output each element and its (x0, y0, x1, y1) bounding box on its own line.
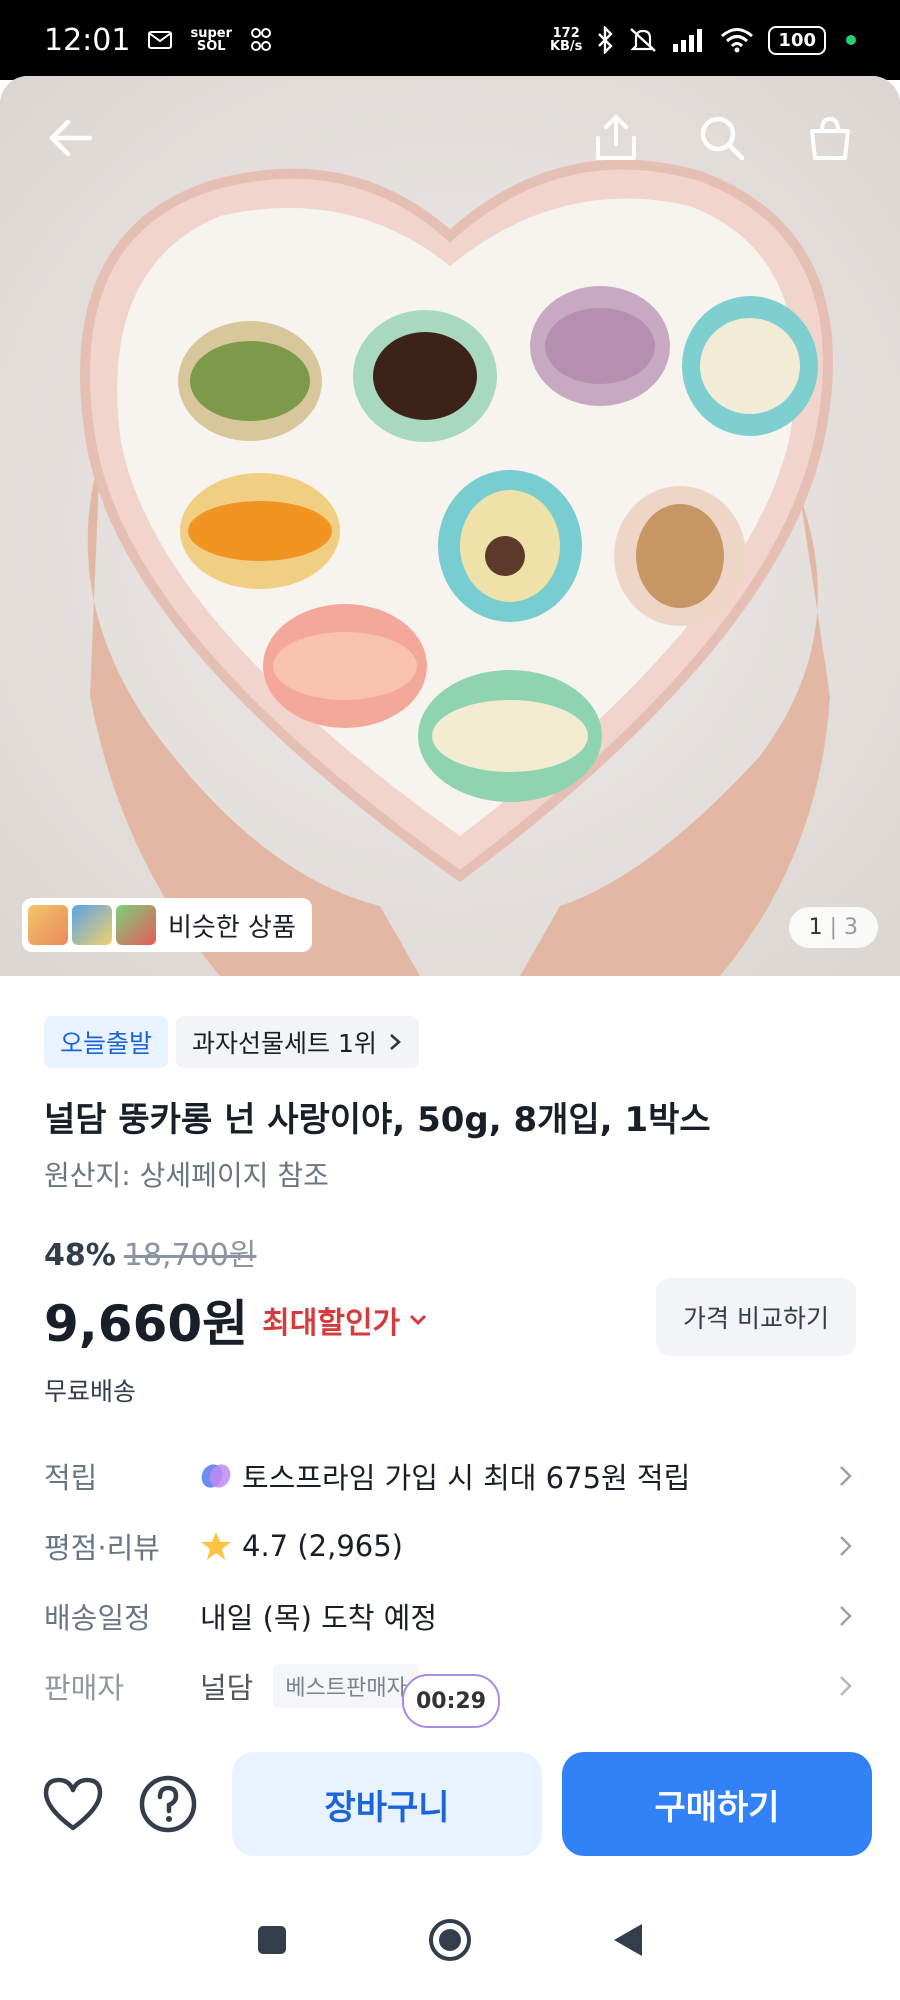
back-arrow-icon (49, 119, 93, 157)
sale-price: 9,660원 (44, 1295, 249, 1353)
chevron-right-icon (390, 1034, 401, 1050)
share-icon (596, 115, 636, 160)
product-origin: 원산지: 상세페이지 참조 (44, 1159, 329, 1192)
help-icon[interactable] (138, 1774, 198, 1834)
similar-thumb-3 (116, 905, 156, 945)
status-bar: 12:01 super SOL 172 KB/s 100 (0, 0, 900, 80)
best-seller-badge: 베스트판매자 (273, 1664, 419, 1708)
badge-row: 오늘출발 과자선물세트 1위 (44, 1016, 419, 1068)
rating-label: 평점·리뷰 (44, 1531, 160, 1565)
rating-row[interactable]: 평점·리뷰 4.7 (2,965) (44, 1516, 856, 1576)
mail-icon (148, 31, 173, 49)
similar-thumb-2 (72, 905, 112, 945)
star-icon (201, 1532, 231, 1560)
app-grid-icon (251, 28, 271, 51)
discount-info: 48% 18,700원 (44, 1230, 256, 1274)
similar-products-label: 비슷한 상품 (168, 912, 296, 943)
delivery-label: 배송일정 (44, 1601, 151, 1635)
chevron-right-icon (840, 1676, 852, 1696)
image-pager: 1 | 3 (788, 907, 878, 948)
back-button[interactable] (38, 106, 102, 170)
product-image[interactable]: 비슷한 상품 1 | 3 (0, 76, 900, 976)
max-discount-toggle[interactable]: 최대할인가 (262, 1298, 428, 1342)
bag-icon (810, 116, 850, 160)
buy-now-button[interactable]: 구매하기 (562, 1752, 872, 1856)
seller-value: 널담 (200, 1671, 254, 1705)
system-nav-bar (0, 1880, 900, 2000)
price-compare-button[interactable]: 가격 비교하기 (656, 1278, 856, 1356)
status-time: 12:01 (44, 22, 131, 58)
price-row: 9,660원 최대할인가 (44, 1284, 428, 1356)
recents-icon[interactable] (256, 1924, 288, 1956)
home-icon[interactable] (428, 1918, 472, 1962)
rating-value: 4.7 (2,965) (242, 1529, 403, 1563)
chevron-down-icon (410, 1314, 427, 1326)
super-sol-icon: super SOL (190, 26, 232, 54)
seller-label: 판매자 (44, 1671, 125, 1705)
points-value: 토스프라임 가입 시 최대 675원 적립 (242, 1461, 691, 1495)
bottom-action-bar: 장바구니 구매하기 (0, 1720, 900, 1870)
mute-icon (630, 28, 657, 52)
chevron-right-icon (840, 1606, 852, 1626)
delivery-value: 내일 (목) 도착 예정 (200, 1601, 438, 1635)
back-nav-icon[interactable] (612, 1922, 644, 1958)
points-row[interactable]: 적립 토스프라임 가입 시 최대 675원 적립 (44, 1446, 856, 1506)
cart-bag-button[interactable] (798, 106, 862, 170)
delivery-row[interactable]: 배송일정 내일 (목) 도착 예정 (44, 1586, 856, 1646)
add-to-cart-button[interactable]: 장바구니 (232, 1752, 542, 1856)
discount-rate: 48% (44, 1238, 116, 1273)
timer-badge[interactable]: 00:29 (402, 1674, 500, 1728)
net-speed: 172 KB/s (549, 26, 583, 54)
today-shipping-badge: 오늘출발 (44, 1016, 169, 1068)
chevron-right-icon (840, 1466, 852, 1486)
original-price: 18,700원 (123, 1238, 257, 1273)
search-button[interactable] (690, 106, 754, 170)
wifi-icon (721, 28, 754, 53)
product-title: 널담 뚱카롱 넌 사랑이야, 50g, 8개입, 1박스 (44, 1100, 711, 1140)
search-icon (700, 116, 745, 161)
privacy-dot (846, 35, 856, 45)
toss-prime-icon (201, 1464, 231, 1488)
points-label: 적립 (44, 1461, 98, 1495)
battery-indicator: 100 (768, 25, 826, 55)
signal-icon (673, 29, 703, 52)
similar-thumb-1 (28, 905, 68, 945)
shipping-info: 무료배송 (44, 1377, 137, 1406)
product-photo (0, 76, 900, 976)
heart-icon[interactable] (42, 1776, 104, 1832)
category-rank-badge[interactable]: 과자선물세트 1위 (176, 1016, 419, 1068)
similar-products-button[interactable]: 비슷한 상품 (22, 898, 312, 952)
chevron-right-icon (840, 1536, 852, 1556)
bluetooth-icon (598, 26, 614, 54)
share-button[interactable] (584, 106, 648, 170)
